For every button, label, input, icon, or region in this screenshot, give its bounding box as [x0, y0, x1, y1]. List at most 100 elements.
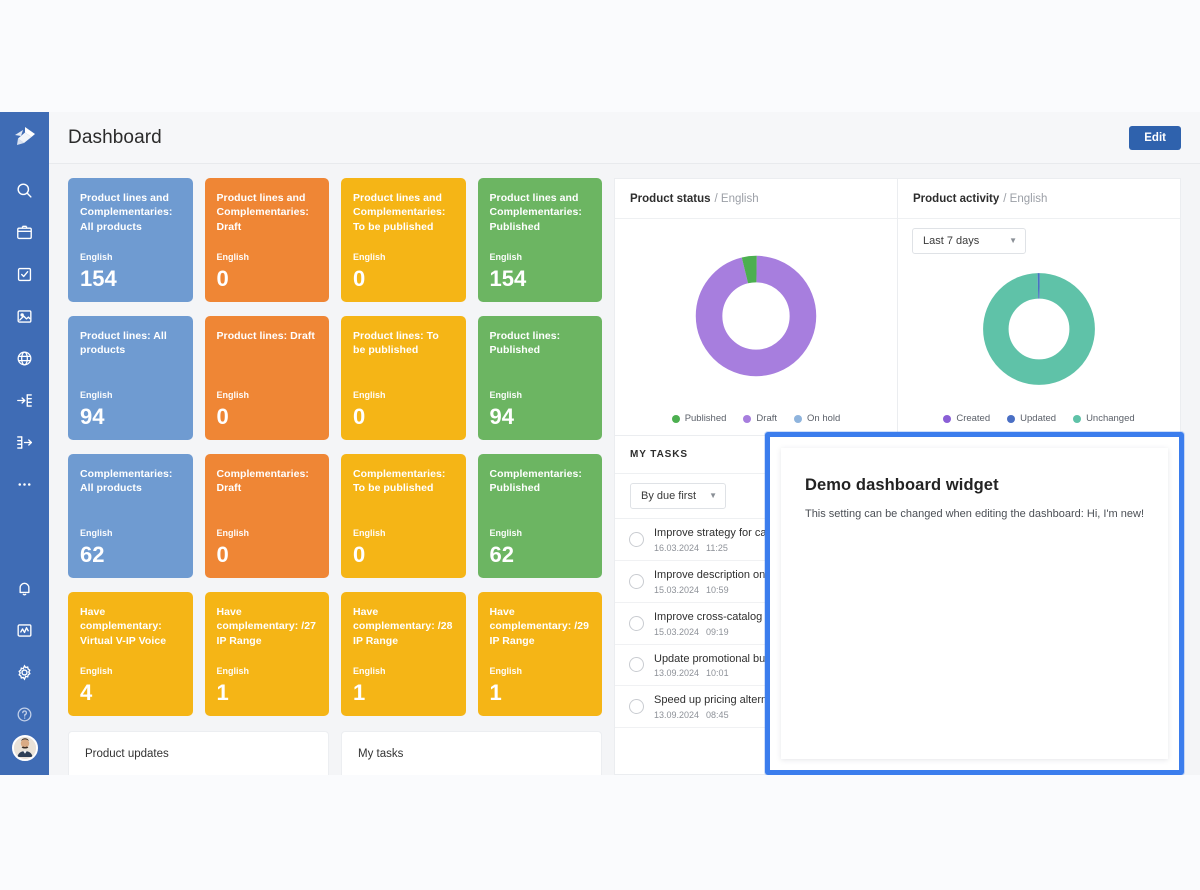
demo-dashboard-widget-selected[interactable]: Demo dashboard widget This setting can b…: [764, 432, 1184, 775]
metric-tile[interactable]: Complementaries: To be published English 0: [341, 454, 466, 578]
metric-tile-value: 94: [80, 404, 105, 429]
clipboard-check-icon: [17, 267, 32, 281]
metric-tile-value: 0: [216, 542, 229, 567]
sidebar-item-help[interactable]: [0, 693, 49, 735]
metric-tile[interactable]: Have complementary: /29 IP Range English 1: [477, 592, 602, 716]
avatar[interactable]: [11, 735, 38, 761]
metric-tile-value: 0: [216, 404, 229, 429]
metric-tile-title: Complementaries: Draft: [216, 468, 309, 495]
metric-tile[interactable]: Product lines and Complementaries: Draft…: [204, 178, 329, 302]
metric-tile-language: English: [80, 666, 113, 676]
task-date: 13.09.2024: [654, 710, 700, 721]
metric-tile[interactable]: Product lines: All products English 94: [68, 316, 193, 440]
edit-button[interactable]: Edit: [1129, 125, 1181, 150]
page-title: Dashboard: [68, 126, 162, 148]
app-logo[interactable]: [12, 124, 38, 155]
tasks-sort-select[interactable]: By due first ▼: [630, 483, 726, 509]
bottom-stub-card[interactable]: Product updates: [68, 731, 329, 775]
metric-tile-language: English: [216, 528, 250, 538]
metric-tile-title: Product lines and Complementaries: Draft: [216, 192, 309, 233]
metric-tile[interactable]: Complementaries: All products English 62: [68, 454, 193, 578]
task-complete-checkbox[interactable]: [629, 531, 644, 547]
sidebar-item-tasks[interactable]: [0, 253, 49, 295]
metric-tile-value: 1: [489, 680, 502, 705]
metric-tile[interactable]: Product lines and Complementaries: Publi…: [477, 178, 602, 302]
legend-item-published: Published: [671, 413, 727, 424]
product-status-chart: [694, 254, 818, 378]
import-icon: [17, 393, 32, 407]
metric-tile-language: English: [353, 390, 386, 400]
user-avatar-icon: [13, 737, 36, 757]
task-complete-checkbox[interactable]: [629, 699, 644, 715]
product-status-subtitle: / English: [714, 192, 759, 205]
task-time: 10:01: [706, 668, 729, 679]
metric-tile-language: English: [80, 528, 113, 538]
metric-tile-language: English: [216, 666, 250, 676]
metric-tile[interactable]: Have complementary: /27 IP Range English 1: [204, 592, 329, 716]
sidebar-item-import[interactable]: [0, 379, 49, 421]
legend-dot-created: [943, 414, 952, 423]
task-complete-checkbox[interactable]: [629, 573, 644, 589]
metric-tile[interactable]: Product lines and Complementaries: To be…: [341, 178, 466, 302]
task-time: 09:19: [706, 626, 729, 637]
sidebar-item-media[interactable]: [0, 295, 49, 337]
metric-tile[interactable]: Product lines and Complementaries: All p…: [68, 178, 193, 302]
bottom-stub-card[interactable]: My tasks: [341, 731, 602, 775]
metric-tile[interactable]: Product lines: Published English 94: [477, 316, 602, 440]
metric-tile-value: 4: [80, 680, 93, 705]
sidebar-item-products[interactable]: [0, 211, 49, 253]
sidebar-item-analytics[interactable]: [0, 609, 49, 651]
sidebar-item-channels[interactable]: [0, 337, 49, 379]
metric-tile-title: Product lines: Draft: [216, 330, 315, 342]
metric-tile-value: 1: [353, 680, 366, 705]
metric-tile-title: Have complementary: /28 IP Range: [353, 606, 453, 647]
metric-tile[interactable]: Product lines: To be published English 0: [341, 316, 466, 440]
task-date: 15.03.2024: [654, 584, 700, 595]
sidebar-item-settings[interactable]: [0, 651, 49, 693]
box-icon: [17, 225, 32, 239]
product-status-header: Product status / English: [615, 179, 897, 219]
sidebar-item-export[interactable]: [0, 421, 49, 463]
task-time: 11:25: [706, 542, 728, 553]
metric-tile-title: Product lines and Complementaries: To be…: [353, 192, 446, 233]
metric-tile-language: English: [353, 666, 386, 676]
image-icon: [17, 309, 32, 323]
metric-tile[interactable]: Complementaries: Draft English 0: [204, 454, 329, 578]
legend-item-unchanged: Unchanged: [1073, 413, 1135, 424]
metric-tile-value: 62: [80, 542, 105, 567]
metric-tile-title: Have complementary: /29 IP Range: [489, 606, 590, 647]
metric-tile-title: Product lines and Complementaries: All p…: [80, 192, 173, 233]
legend-label-created: Created: [956, 413, 991, 424]
metric-tile-language: English: [489, 528, 523, 538]
slice-updated: [983, 273, 1095, 385]
activity-range-select[interactable]: Last 7 days ▼: [912, 228, 1026, 254]
globe-icon: [17, 351, 32, 365]
help-icon: [17, 707, 32, 721]
metric-tile[interactable]: Have complementary: Virtual V-IP Voice En…: [68, 592, 193, 716]
product-activity-chart: [982, 272, 1096, 386]
metric-tile-title: Product lines: Published: [489, 330, 561, 357]
legend-dot-on-hold: [794, 414, 803, 423]
metric-tile-title: Product lines: All products: [80, 330, 167, 357]
task-complete-checkbox[interactable]: [629, 657, 644, 673]
activity-range-select-box[interactable]: Last 7 days ▼: [912, 228, 1026, 254]
sidebar-item-notifications[interactable]: [0, 567, 49, 609]
main-area: Dashboard Edit Product lines and Complem…: [49, 112, 1200, 775]
metric-tile[interactable]: Have complementary: /28 IP Range English 1: [341, 592, 466, 716]
legend-label-draft: Draft: [756, 413, 778, 424]
metric-tile-value: 154: [80, 266, 117, 291]
product-status-donut-svg: [695, 255, 817, 377]
metric-tile-title: Have complementary: Virtual V-IP Voice: [80, 606, 167, 647]
metric-tile-language: English: [489, 666, 523, 676]
metric-tile[interactable]: Product lines: Draft English 0: [204, 316, 329, 440]
legend-item-updated: Updated: [1007, 413, 1056, 424]
legend-label-published: Published: [684, 413, 727, 424]
product-activity-header: Product activity / English: [898, 179, 1180, 219]
app-window: Dashboard Edit Product lines and Complem…: [0, 112, 1200, 775]
metric-tile[interactable]: Complementaries: Published English 62: [477, 454, 602, 578]
sidebar-item-search[interactable]: [0, 169, 49, 211]
task-complete-checkbox[interactable]: [629, 615, 644, 631]
metric-tile-language: English: [216, 252, 250, 262]
metric-tile-value: 0: [353, 404, 366, 429]
sidebar-item-more[interactable]: [0, 463, 49, 505]
